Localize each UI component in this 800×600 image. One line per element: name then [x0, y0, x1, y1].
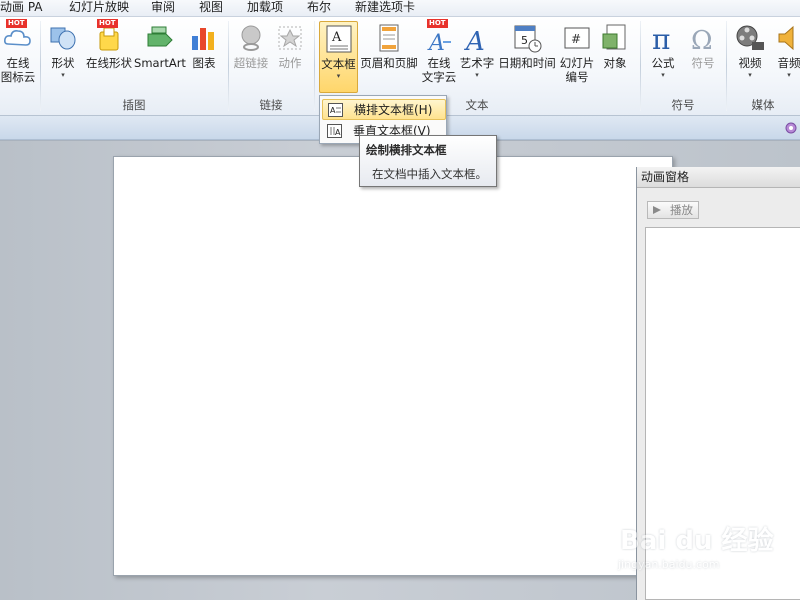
slide-number-icon: # — [561, 22, 593, 54]
svg-text:A: A — [331, 30, 342, 45]
svg-text:π: π — [652, 23, 670, 54]
tooltip-title: 绘制横排文本框 — [366, 143, 447, 157]
hot-badge: HOT — [6, 19, 27, 28]
group-label-links: 链接 — [259, 98, 283, 112]
cloud-icon: HOT — [2, 19, 34, 54]
svg-text:A: A — [330, 106, 336, 115]
tab-boolean[interactable]: 布尔 — [307, 0, 331, 17]
watermark-url: jingyan.baidu.com — [618, 558, 720, 571]
wordart-button[interactable]: A 艺术字 ▾ — [459, 21, 495, 97]
shapes-button[interactable]: 形状 ▾ — [46, 21, 80, 97]
wordart-icon: A — [461, 22, 493, 57]
slide-number-button[interactable]: # 幻灯片 编号 — [558, 21, 596, 97]
shapes-icon — [47, 22, 79, 54]
svg-text:5: 5 — [521, 34, 528, 47]
smartart-icon — [144, 22, 176, 54]
menu-item-horizontal-textbox[interactable]: A 横排文本框(H) — [322, 99, 446, 120]
bar-chart-icon — [188, 22, 220, 54]
watermark-brand: Bai du 经验 — [620, 526, 774, 556]
smartart-button[interactable]: SmartArt — [134, 21, 186, 97]
tab-new[interactable]: 新建选项卡 — [355, 0, 415, 17]
tab-review[interactable]: 审阅 — [151, 0, 175, 17]
slide-canvas[interactable] — [113, 156, 673, 576]
tab-slideshow[interactable]: 幻灯片放映 — [69, 0, 129, 17]
pi-icon: π — [647, 22, 679, 56]
svg-text:A: A — [335, 128, 341, 137]
equation-button[interactable]: π 公式 ▾ — [646, 21, 680, 97]
animation-pane-title: 动画窗格 — [637, 167, 800, 188]
text-cloud-icon: HOT A — [423, 19, 455, 56]
object-icon — [599, 22, 631, 54]
audio-button[interactable]: 音频 ▾ — [772, 21, 800, 97]
hyperlink-button[interactable]: 超链接 — [233, 21, 269, 97]
datetime-button[interactable]: 5 日期和时间 — [497, 21, 557, 97]
vertical-textbox-icon: A — [327, 124, 342, 138]
textbox-button[interactable]: A 文本框 ▾ — [319, 21, 358, 93]
watermark-logo: Bai du 经验 jingyan.baidu.com — [610, 512, 790, 582]
online-icons-button[interactable]: HOT 在线 图标云 — [0, 19, 38, 97]
tab-addins[interactable]: 加载项 — [247, 0, 283, 17]
tooltip-body: 在文档中插入文本框。 — [372, 167, 487, 181]
action-star-icon — [274, 22, 306, 54]
globe-link-icon — [235, 22, 267, 54]
group-label-symbols: 符号 — [671, 98, 695, 112]
tab-view[interactable]: 视图 — [199, 0, 223, 17]
film-reel-icon — [734, 22, 766, 54]
speaker-icon — [773, 22, 800, 54]
online-shapes-button[interactable]: HOT 在线形状 — [84, 19, 134, 97]
group-label-media: 媒体 — [751, 98, 775, 112]
header-footer-icon — [373, 22, 405, 54]
object-button[interactable]: 对象 — [598, 21, 632, 97]
chart-button[interactable]: 图表 — [188, 21, 220, 97]
svg-text:A: A — [464, 27, 485, 54]
play-icon — [653, 206, 661, 214]
online-shapes-icon: HOT — [93, 19, 125, 54]
calendar-clock-icon: 5 — [511, 22, 543, 54]
play-label: 播放 — [670, 203, 693, 217]
video-button[interactable]: 视频 ▾ — [732, 21, 768, 97]
hot-badge: HOT — [97, 19, 118, 28]
tab-animation[interactable]: 动画 PA — [0, 0, 43, 17]
header-footer-button[interactable]: 页眉和页脚 — [360, 21, 418, 97]
omega-icon: Ω — [687, 22, 719, 56]
action-button[interactable]: 动作 — [273, 21, 307, 97]
tooltip: 绘制横排文本框 在文档中插入文本框。 — [359, 135, 497, 187]
online-text-cloud-button[interactable]: HOT A 在线 文字云 — [420, 19, 458, 97]
horizontal-textbox-icon: A — [328, 103, 343, 117]
gear-icon[interactable] — [784, 121, 798, 135]
svg-text:A: A — [427, 31, 445, 54]
hot-badge: HOT — [427, 19, 448, 28]
symbol-button[interactable]: Ω 符号 — [684, 21, 722, 97]
svg-text:#: # — [571, 32, 581, 46]
textbox-icon: A — [323, 23, 355, 55]
play-button[interactable]: 播放 — [647, 201, 699, 219]
svg-text:Ω: Ω — [691, 26, 713, 54]
menu-tab-bar: 动画 PA 幻灯片放映 审阅 视图 加载项 布尔 新建选项卡 — [0, 0, 800, 17]
group-label-illustrations: 插图 — [122, 98, 146, 112]
